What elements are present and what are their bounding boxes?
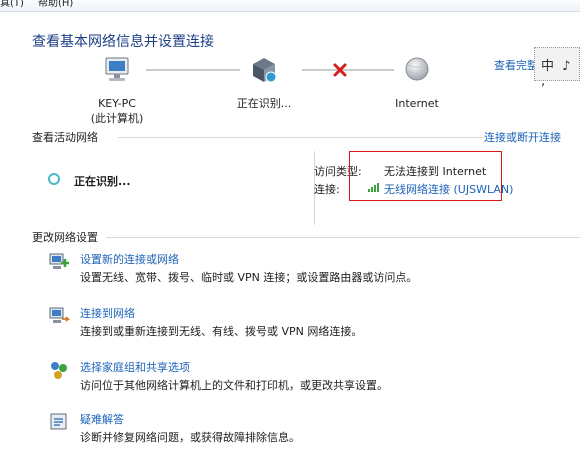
internet-label: Internet bbox=[395, 97, 439, 110]
globe-icon bbox=[405, 57, 429, 81]
connection-line-2 bbox=[302, 69, 394, 71]
main-content: 查看基本网络信息并设置连接 查看完整 中 ♪ , KEY-PC (此计算机) 正… bbox=[22, 13, 580, 459]
identifying-network-node[interactable]: 正在识别... bbox=[224, 55, 304, 111]
connection-label: 连接: bbox=[314, 183, 340, 196]
new-connection-icon bbox=[49, 253, 69, 269]
identifying-label: 正在识别... bbox=[236, 97, 292, 110]
change-settings-divider bbox=[106, 237, 580, 238]
task-desc-connect-network: 连接到或重新连接到无线、有线、拨号或 VPN 网络连接。 bbox=[80, 325, 363, 338]
network-status-text: 正在识别... bbox=[74, 175, 131, 188]
task-troubleshoot[interactable]: 疑难解答 诊断并修复网络问题，或获得故障排除信息。 bbox=[48, 411, 568, 447]
task-connect-network[interactable]: 连接到网络 连接到或重新连接到无线、有线、拨号或 VPN 网络连接。 bbox=[48, 305, 568, 341]
computer-sub-label: (此计算机) bbox=[90, 112, 144, 125]
task-link-homegroup[interactable]: 选择家庭组和共享选项 bbox=[80, 359, 190, 375]
page-title: 查看基本网络信息并设置连接 bbox=[32, 34, 214, 50]
menu-bar: 真(T) 帮助(H) bbox=[0, 0, 580, 12]
network-identifying-icon bbox=[253, 58, 277, 83]
homegroup-icon bbox=[51, 362, 67, 379]
identifying-spinner-icon bbox=[48, 173, 60, 185]
task-homegroup[interactable]: 选择家庭组和共享选项 访问位于其他网络计算机上的文件和打印机，或更改共享设置。 bbox=[48, 359, 568, 395]
internet-node[interactable]: Internet bbox=[384, 55, 450, 111]
error-x-icon bbox=[333, 63, 347, 77]
ime-indicator: 中 ♪ , bbox=[534, 47, 580, 89]
task-desc-new-connection: 设置无线、宽带、拨号、临时或 VPN 连接；或设置路由器或访问点。 bbox=[80, 271, 418, 284]
active-networks-divider bbox=[118, 137, 482, 138]
menu-item-help[interactable]: 帮助(H) bbox=[38, 0, 73, 9]
task-desc-troubleshoot: 诊断并修复网络问题，或获得故障排除信息。 bbox=[80, 431, 300, 444]
highlight-box bbox=[349, 151, 502, 201]
this-computer-node[interactable]: KEY-PC (此计算机) bbox=[82, 55, 152, 126]
connect-network-icon bbox=[49, 307, 70, 323]
troubleshoot-icon bbox=[50, 413, 67, 430]
computer-icon bbox=[105, 57, 129, 81]
task-link-new-connection[interactable]: 设置新的连接或网络 bbox=[80, 251, 179, 267]
change-settings-heading: 更改网络设置 bbox=[32, 231, 98, 244]
task-new-connection[interactable]: 设置新的连接或网络 设置无线、宽带、拨号、临时或 VPN 连接；或设置路由器或访… bbox=[48, 251, 568, 287]
task-desc-homegroup: 访问位于其他网络计算机上的文件和打印机，或更改共享设置。 bbox=[80, 379, 388, 392]
active-networks-heading: 查看活动网络 bbox=[32, 131, 98, 144]
task-link-connect-network[interactable]: 连接到网络 bbox=[80, 305, 135, 321]
computer-name: KEY-PC bbox=[98, 97, 136, 110]
connect-disconnect-link[interactable]: 连接或断开连接 bbox=[484, 129, 561, 145]
view-full-map-link[interactable]: 查看完整 bbox=[494, 57, 538, 73]
task-link-troubleshoot[interactable]: 疑难解答 bbox=[80, 411, 124, 427]
menu-item-tools[interactable]: 真(T) bbox=[0, 0, 24, 9]
